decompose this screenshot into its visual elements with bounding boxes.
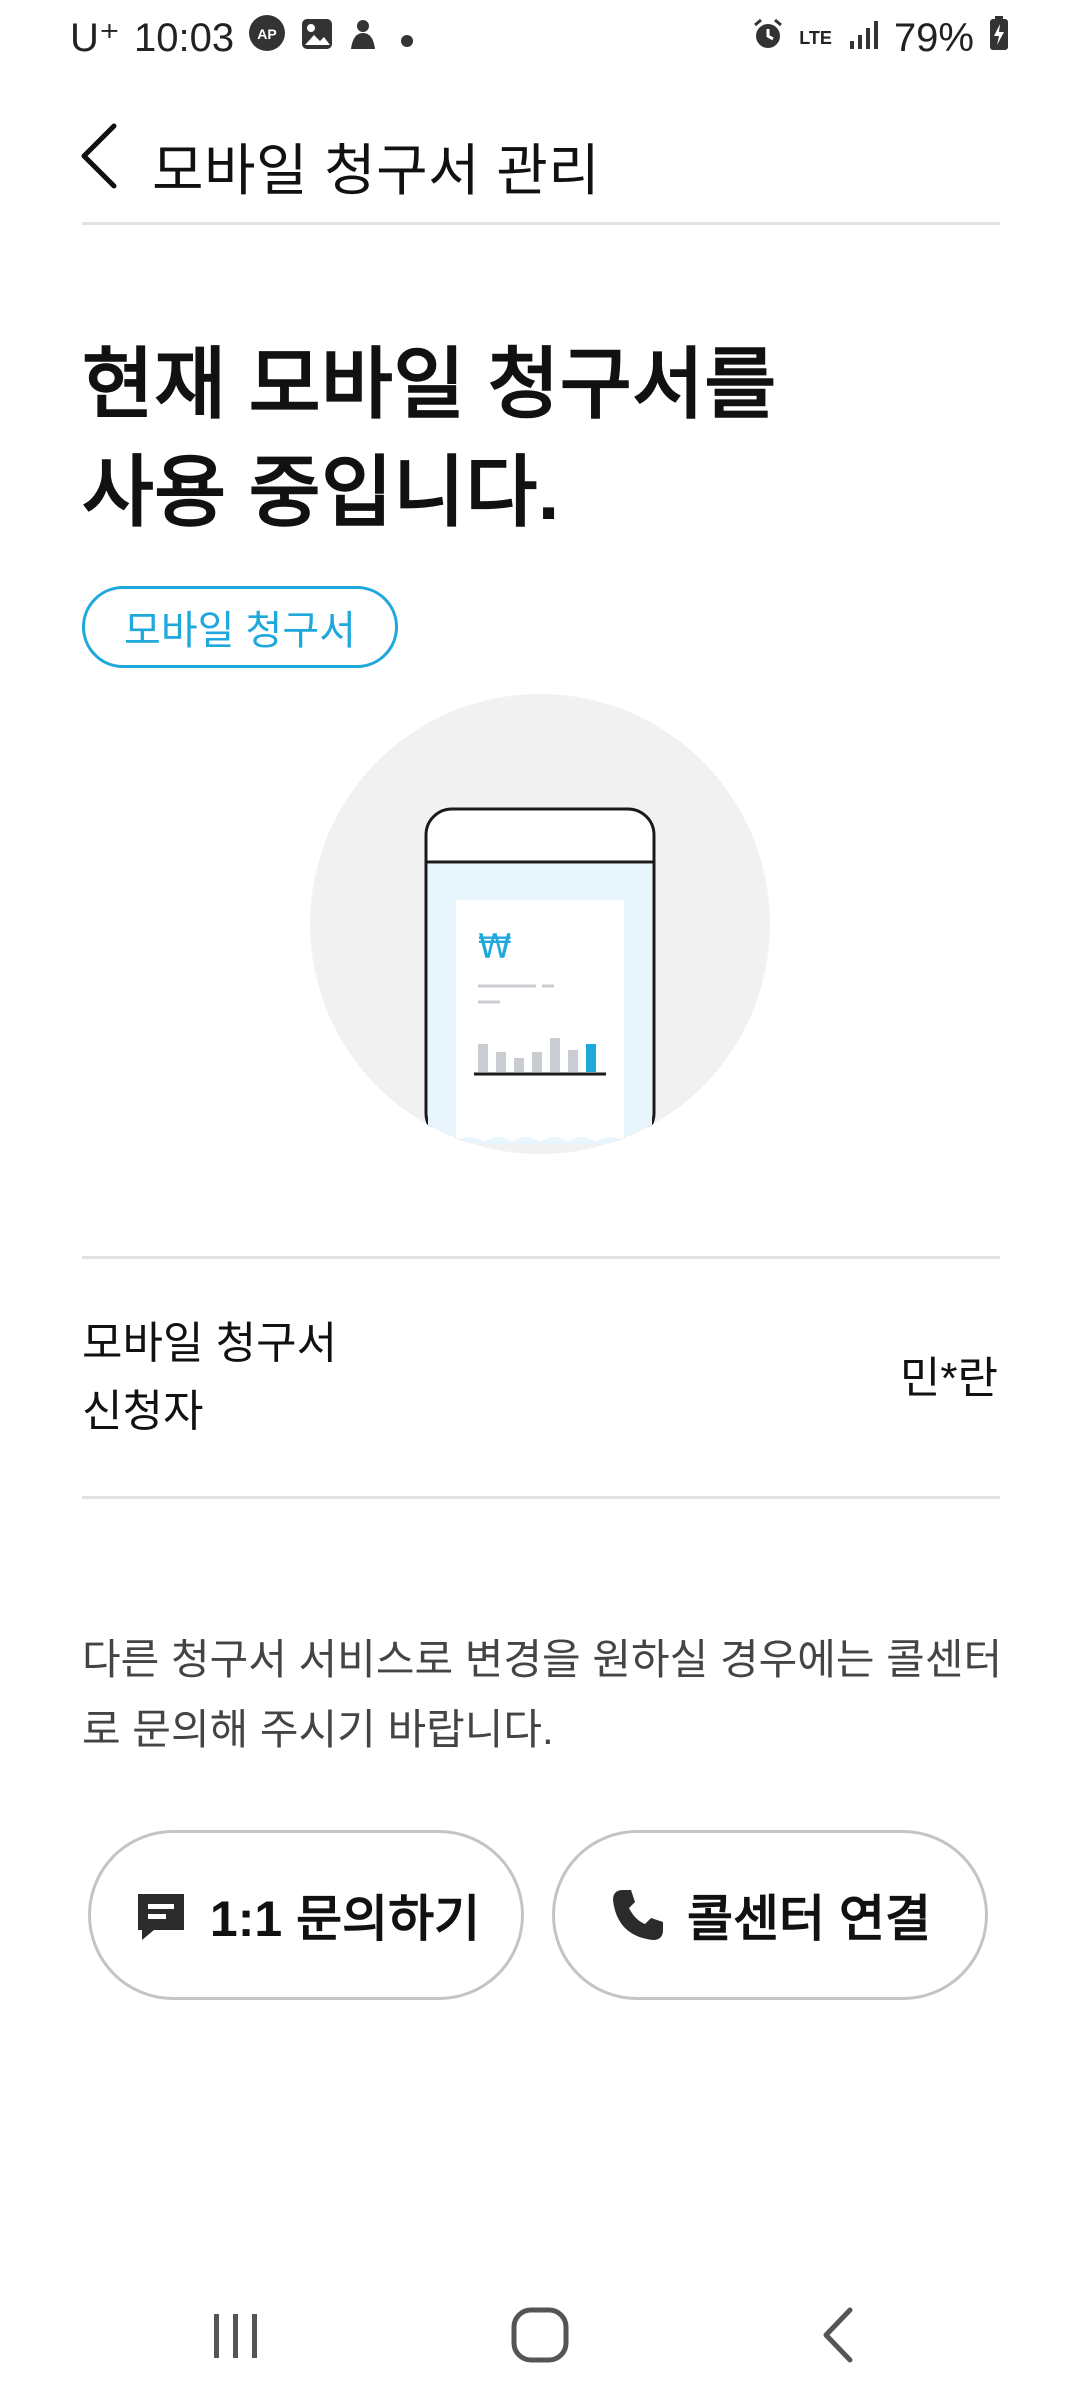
hero-heading: 현재 모바일 청구서를 사용 중입니다. — [82, 330, 777, 546]
applicant-label-line-2: 신청자 — [82, 1387, 204, 1436]
system-back-button[interactable] — [800, 2300, 880, 2370]
hero-line-1: 현재 모바일 청구서를 — [82, 340, 777, 428]
network-type-icon: LTE — [799, 29, 832, 47]
recent-apps-button[interactable] — [196, 2300, 276, 2370]
clock: 10:03 — [134, 15, 235, 60]
home-button[interactable] — [500, 2300, 580, 2370]
phone-icon — [613, 1890, 664, 1940]
page-title: 모바일 청구서 관리 — [152, 139, 601, 202]
dot-icon — [392, 16, 422, 61]
applicant-label: 모바일 청구서 신청자 — [82, 1310, 337, 1446]
status-bar: U⁺ 10:03 AP LTE 79% — [0, 0, 1080, 76]
gallery-icon — [300, 16, 334, 61]
status-right: LTE 79% — [751, 12, 1010, 64]
app-notification-icon: AP — [248, 14, 286, 62]
info-bottom-divider — [82, 1496, 1000, 1499]
alarm-icon — [751, 16, 785, 61]
back-arrow-icon — [823, 2307, 853, 2363]
inquiry-button-label: 1:1 문의하기 — [209, 1891, 481, 1947]
person-icon — [348, 16, 378, 61]
battery-percent: 79% — [893, 15, 974, 60]
home-icon — [511, 2307, 569, 2363]
currency-icon: ₩ — [478, 927, 512, 967]
applicant-name: 민*란 — [899, 1354, 998, 1403]
chat-icon — [137, 1894, 184, 1940]
carrier-label: U⁺ — [70, 16, 120, 60]
info-top-divider — [82, 1256, 1000, 1259]
status-left: U⁺ 10:03 AP — [70, 12, 422, 64]
recent-apps-icon — [214, 2314, 257, 2358]
signal-icon — [846, 16, 880, 61]
mobile-bill-chip: 모바일 청구서 — [82, 586, 398, 668]
notice-text: 다른 청구서 서비스로 변경을 원하실 경우에는 콜센터로 문의해 주시기 바랍… — [82, 1636, 1003, 1753]
phone-bill-illustration: ₩ — [310, 694, 770, 1154]
applicant-label-line-1: 모바일 청구서 — [82, 1319, 338, 1368]
header-divider — [82, 222, 1000, 225]
hero-line-2: 사용 중입니다. — [82, 448, 560, 536]
network-label: LTE — [799, 28, 832, 48]
chevron-left-icon — [81, 123, 117, 189]
call-center-button-label: 콜센터 연결 — [687, 1891, 931, 1947]
svg-text:AP: AP — [257, 26, 276, 42]
app-header: 모바일 청구서 관리 — [0, 96, 1080, 226]
battery-icon — [988, 15, 1010, 61]
call-center-button[interactable]: 콜센터 연결 — [552, 1830, 988, 2000]
back-button[interactable] — [70, 114, 134, 198]
system-nav-bar — [0, 2270, 1080, 2400]
inquiry-button[interactable]: 1:1 문의하기 — [88, 1830, 524, 2000]
